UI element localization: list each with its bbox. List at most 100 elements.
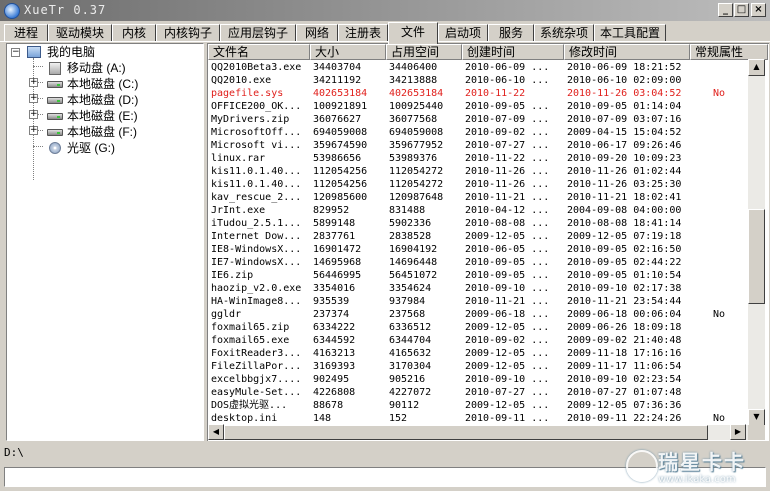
tab-driver-modules[interactable]: 驱动模块 [48, 24, 112, 42]
table-row[interactable]: haozip_v2.0.exe 3354016 3354624 2010-09-10 … [208, 282, 748, 295]
cell-modified: 2009-12-05 07:36:36 [567, 400, 682, 411]
table-row[interactable]: kis11.0.1.40... 112054256 112054272 2010-11… [208, 178, 748, 191]
table-row[interactable]: excelbbgjx7.... 902495 905216 2010-09-10 ..… [208, 373, 748, 386]
tab-kernel[interactable]: 内核 [112, 24, 156, 42]
tab-network[interactable]: 网络 [296, 24, 338, 42]
table-row[interactable]: QQ2010Beta3.exe 34403704 34406400 2010-06-0… [208, 61, 748, 74]
title-bar[interactable]: XueTr 0.37 _ □ × [0, 0, 770, 21]
table-row[interactable]: FileZillaPor... 3169393 3170304 2009-12-05 … [208, 360, 748, 373]
column-header-created[interactable]: 创建时间 [462, 44, 564, 60]
scroll-up-button[interactable]: ▲ [748, 59, 765, 76]
tree-item-label: 移动盘 (A:) [67, 61, 126, 75]
cell-created: 2010-11-21 ... [465, 296, 550, 307]
table-row[interactable]: pagefile.sys 402653184 402653184 2010-11-22… [208, 87, 748, 100]
scroll-thumb[interactable] [748, 209, 765, 304]
table-row[interactable]: HA-WinImage8... 935539 937984 2010-11-21 ..… [208, 295, 748, 308]
status-input[interactable] [4, 467, 766, 487]
cell-attributes: No [712, 309, 726, 320]
cell-attributes [690, 243, 748, 256]
table-row[interactable]: easyMule-Set... 4226808 4227072 2010-07-27 … [208, 386, 748, 399]
cell-created: 2010-09-02 ... [465, 335, 550, 346]
tree-item-label: 本地磁盘 (D:) [67, 93, 139, 107]
table-row[interactable]: Internet Dow... 2837761 2838528 2009-12-05 … [208, 230, 748, 243]
cell-created: 2010-11-22 ... [465, 153, 550, 164]
cell-allocated: 402653184 [389, 88, 444, 99]
cell-allocated: 3354624 [389, 283, 432, 294]
table-row[interactable]: IE8-WindowsX... 16901472 16904192 2010-06-0… [208, 243, 748, 256]
tab-misc[interactable]: 系统杂项 [534, 24, 594, 42]
table-row[interactable]: ggldr 237374 237568 2009-06-18 ... 2009-06-1… [208, 308, 748, 321]
scroll-down-button[interactable]: ▼ [748, 409, 765, 426]
cell-attributes [690, 373, 748, 386]
cell-created: 2010-11-26 ... [465, 179, 550, 190]
cell-created: 2010-11-21 ... [465, 192, 550, 203]
column-header-size[interactable]: 大小 [310, 44, 386, 60]
tab-startup[interactable]: 启动项 [438, 24, 488, 42]
vertical-scrollbar[interactable]: ▲ ▼ [748, 59, 765, 426]
table-row[interactable]: Microsoft vi... 359674590 359677952 2010-07… [208, 139, 748, 152]
cell-allocated: 152 [389, 413, 408, 424]
cell-attributes [690, 295, 748, 308]
column-header-allocated[interactable]: 占用空间 [386, 44, 462, 60]
close-button[interactable]: × [751, 3, 766, 17]
tab-process[interactable]: 进程 [4, 24, 48, 42]
cell-modified: 2010-06-10 02:09:00 [567, 75, 682, 86]
cell-modified: 2009-11-18 17:16:16 [567, 348, 682, 359]
cell-size: 56446995 [313, 270, 362, 281]
collapse-icon[interactable]: − [11, 48, 20, 57]
table-row[interactable]: foxmail65.exe 6344592 6344704 2010-09-02 ..… [208, 334, 748, 347]
table-row[interactable]: kav_rescue_2... 120985600 120987648 2010-11… [208, 191, 748, 204]
table-row[interactable]: kis11.0.1.40... 112054256 112054272 2010-11… [208, 165, 748, 178]
tab-app-hooks[interactable]: 应用层钩子 [220, 24, 296, 42]
table-row[interactable]: QQ2010.exe 34211192 34213888 2010-06-10 ...… [208, 74, 748, 87]
drive-tree[interactable]: − 我的电脑 移动盘 (A:) + 本地磁盘 (C:) + 本地磁盘 (D:) … [6, 43, 204, 441]
tab-services[interactable]: 服务 [488, 24, 534, 42]
scroll-right-button[interactable]: ▶ [730, 424, 746, 440]
tree-item-label: 本地磁盘 (F:) [67, 125, 137, 139]
table-row[interactable]: desktop.ini 148 152 2010-09-11 ... 2010-09-1… [208, 412, 748, 425]
column-header-modified[interactable]: 修改时间 [564, 44, 690, 60]
table-row[interactable]: DOS虚拟光驱... 88678 90112 2009-12-05 ... 2009-1… [208, 399, 748, 412]
cell-allocated: 34406400 [389, 62, 438, 73]
cell-allocated: 56451072 [389, 270, 438, 281]
cell-size: 3354016 [313, 283, 356, 294]
expand-icon[interactable]: + [29, 126, 38, 135]
cell-name: IE8-WindowsX... [211, 244, 302, 255]
file-list[interactable]: 文件名 大小 占用空间 创建时间 修改时间 常规属性 QQ2010Beta3.e… [207, 43, 769, 441]
table-row[interactable]: FoxitReader3... 4163213 4165632 2009-12-05 … [208, 347, 748, 360]
table-row[interactable]: iTudou_2.5.1... 5899148 5902336 2010-08-08 … [208, 217, 748, 230]
table-row[interactable]: IE7-WindowsX... 14695968 14696448 2010-09-0… [208, 256, 748, 269]
cell-modified: 2010-09-10 02:23:54 [567, 374, 682, 385]
expand-icon[interactable]: + [29, 78, 38, 87]
table-row[interactable]: MicrosoftOff... 694059008 694059008 2010-09… [208, 126, 748, 139]
tab-registry[interactable]: 注册表 [338, 24, 388, 42]
tab-kernel-hooks[interactable]: 内核钩子 [156, 24, 220, 42]
cell-modified: 2010-11-26 01:02:44 [567, 166, 682, 177]
cell-attributes [690, 165, 748, 178]
cell-allocated: 36077568 [389, 114, 438, 125]
table-row[interactable]: JrInt.exe 829952 831488 2010-04-12 ... 2004-… [208, 204, 748, 217]
computer-icon [27, 46, 41, 58]
table-row[interactable]: foxmail65.zip 6334222 6336512 2009-12-05 ..… [208, 321, 748, 334]
cell-allocated: 4165632 [389, 348, 432, 359]
table-row[interactable]: MyDrivers.zip 36076627 36077568 2010-07-09 … [208, 113, 748, 126]
cell-name: kav_rescue_2... [211, 192, 302, 203]
expand-icon[interactable]: + [29, 110, 38, 119]
table-row[interactable]: linux.rar 53986656 53989376 2010-11-22 ... 2… [208, 152, 748, 165]
column-header-name[interactable]: 文件名 [208, 44, 310, 60]
tab-tool-config[interactable]: 本工具配置 [594, 24, 666, 42]
maximize-button[interactable]: □ [734, 3, 749, 17]
table-row[interactable]: IE6.zip 56446995 56451072 2010-09-05 ... 201… [208, 269, 748, 282]
tab-files[interactable]: 文件 [388, 22, 438, 44]
column-header-attributes[interactable]: 常规属性 [690, 44, 768, 60]
cell-created: 2010-06-10 ... [465, 75, 550, 86]
cell-size: 112054256 [313, 166, 368, 177]
table-row[interactable]: OFFICE200_OK... 100921891 100925440 2010-09… [208, 100, 748, 113]
cell-created: 2010-09-11 ... [465, 413, 550, 424]
expand-icon[interactable]: + [29, 94, 38, 103]
minimize-button[interactable]: _ [718, 3, 733, 17]
cell-size: 6344592 [313, 335, 356, 346]
horizontal-scrollbar[interactable]: ◀ ▶ [208, 424, 748, 440]
scroll-left-button[interactable]: ◀ [208, 424, 224, 440]
scroll-thumb[interactable] [224, 425, 708, 440]
